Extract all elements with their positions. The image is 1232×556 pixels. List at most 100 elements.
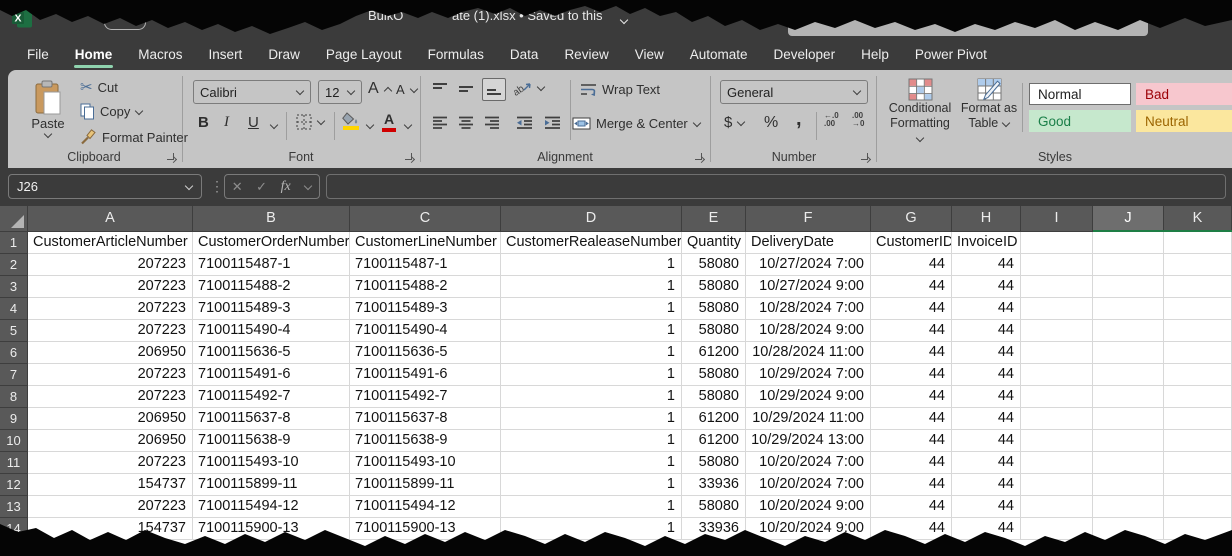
- row-header-4[interactable]: 4: [0, 298, 28, 320]
- format-as-table-button[interactable]: Format as Table: [958, 78, 1020, 131]
- cell-G6[interactable]: 44: [871, 342, 952, 364]
- currency-format-button[interactable]: $: [724, 114, 745, 131]
- cell-C12[interactable]: 7100115899-11: [350, 474, 501, 496]
- cell-H2[interactable]: 44: [952, 254, 1021, 276]
- cell-H4[interactable]: 44: [952, 298, 1021, 320]
- cell-F3[interactable]: 10/27/2024 9:00: [746, 276, 871, 298]
- col-header-F[interactable]: F: [746, 206, 871, 231]
- conditional-formatting-button[interactable]: Conditional Formatting: [886, 78, 954, 146]
- cell-K1[interactable]: [1164, 232, 1232, 254]
- merge-center-button[interactable]: Merge & Center: [572, 116, 701, 131]
- cell-A13[interactable]: 207223: [28, 496, 193, 518]
- cell-C1[interactable]: CustomerLineNumber: [350, 232, 501, 254]
- cell-B12[interactable]: 7100115899-11: [193, 474, 350, 496]
- cell-I2[interactable]: [1021, 254, 1093, 276]
- cell-I1[interactable]: [1021, 232, 1093, 254]
- row-header-9[interactable]: 9: [0, 408, 28, 430]
- title-dropdown-chevron-icon[interactable]: [620, 17, 628, 25]
- tab-automate[interactable]: Automate: [677, 41, 761, 69]
- cell-K8[interactable]: [1164, 386, 1232, 408]
- tab-page-layout[interactable]: Page Layout: [313, 41, 415, 69]
- cell-G3[interactable]: 44: [871, 276, 952, 298]
- cell-F12[interactable]: 10/20/2024 7:00: [746, 474, 871, 496]
- cell-D7[interactable]: 1: [501, 364, 682, 386]
- cell-B5[interactable]: 7100115490-4: [193, 320, 350, 342]
- cell-B3[interactable]: 7100115488-2: [193, 276, 350, 298]
- cell-B11[interactable]: 7100115493-10: [193, 452, 350, 474]
- number-dialog-launcher[interactable]: [860, 152, 871, 163]
- cell-A11[interactable]: 207223: [28, 452, 193, 474]
- cell-J12[interactable]: [1093, 474, 1164, 496]
- cell-A4[interactable]: 207223: [28, 298, 193, 320]
- cell-F5[interactable]: 10/28/2024 9:00: [746, 320, 871, 342]
- cell-E11[interactable]: 58080: [682, 452, 746, 474]
- cell-I12[interactable]: [1021, 474, 1093, 496]
- cell-H12[interactable]: 44: [952, 474, 1021, 496]
- cell-C2[interactable]: 7100115487-1: [350, 254, 501, 276]
- cell-D10[interactable]: 1: [501, 430, 682, 452]
- cell-H8[interactable]: 44: [952, 386, 1021, 408]
- col-header-H[interactable]: H: [952, 206, 1021, 231]
- cell-F1[interactable]: DeliveryDate: [746, 232, 871, 254]
- cell-J10[interactable]: [1093, 430, 1164, 452]
- cell-E9[interactable]: 61200: [682, 408, 746, 430]
- bold-button[interactable]: B: [198, 114, 218, 131]
- cell-E13[interactable]: 58080: [682, 496, 746, 518]
- row-header-6[interactable]: 6: [0, 342, 28, 364]
- cell-D1[interactable]: CustomerRealeaseNumber: [501, 232, 682, 254]
- cell-B6[interactable]: 7100115636-5: [193, 342, 350, 364]
- cell-A9[interactable]: 206950: [28, 408, 193, 430]
- cell-A5[interactable]: 207223: [28, 320, 193, 342]
- cell-K3[interactable]: [1164, 276, 1232, 298]
- enter-button[interactable]: ✓: [256, 179, 267, 195]
- cell-H9[interactable]: 44: [952, 408, 1021, 430]
- cell-J3[interactable]: [1093, 276, 1164, 298]
- col-header-G[interactable]: G: [871, 206, 952, 231]
- cell-H3[interactable]: 44: [952, 276, 1021, 298]
- cell-D11[interactable]: 1: [501, 452, 682, 474]
- cell-I5[interactable]: [1021, 320, 1093, 342]
- cell-D12[interactable]: 1: [501, 474, 682, 496]
- cell-K4[interactable]: [1164, 298, 1232, 320]
- cell-C9[interactable]: 7100115637-8: [350, 408, 501, 430]
- cell-J6[interactable]: [1093, 342, 1164, 364]
- cell-I10[interactable]: [1021, 430, 1093, 452]
- tab-formulas[interactable]: Formulas: [415, 41, 497, 69]
- cell-C11[interactable]: 7100115493-10: [350, 452, 501, 474]
- cell-H10[interactable]: 44: [952, 430, 1021, 452]
- format-painter-button[interactable]: Format Painter: [80, 129, 188, 145]
- cell-J4[interactable]: [1093, 298, 1164, 320]
- cell-F13[interactable]: 10/20/2024 9:00: [746, 496, 871, 518]
- tab-developer[interactable]: Developer: [761, 41, 849, 69]
- formula-input[interactable]: [326, 174, 1226, 199]
- cell-A8[interactable]: 207223: [28, 386, 193, 408]
- cell-A6[interactable]: 206950: [28, 342, 193, 364]
- cell-E6[interactable]: 61200: [682, 342, 746, 364]
- tab-insert[interactable]: Insert: [196, 41, 256, 69]
- cell-G12[interactable]: 44: [871, 474, 952, 496]
- cell-D14[interactable]: 1: [501, 518, 682, 540]
- align-bottom-button[interactable]: [482, 78, 506, 101]
- increase-indent-button[interactable]: [544, 116, 561, 129]
- cell-C3[interactable]: 7100115488-2: [350, 276, 501, 298]
- font-dialog-launcher[interactable]: [404, 152, 415, 163]
- cell-F10[interactable]: 10/29/2024 13:00: [746, 430, 871, 452]
- cell-J13[interactable]: [1093, 496, 1164, 518]
- row-header-7[interactable]: 7: [0, 364, 28, 386]
- cell-C6[interactable]: 7100115636-5: [350, 342, 501, 364]
- cell-F6[interactable]: 10/28/2024 11:00: [746, 342, 871, 364]
- cell-I13[interactable]: [1021, 496, 1093, 518]
- cell-D6[interactable]: 1: [501, 342, 682, 364]
- cell-G13[interactable]: 44: [871, 496, 952, 518]
- cell-I4[interactable]: [1021, 298, 1093, 320]
- cell-C7[interactable]: 7100115491-6: [350, 364, 501, 386]
- cell-A1[interactable]: CustomerArticleNumber: [28, 232, 193, 254]
- cell-A2[interactable]: 207223: [28, 254, 193, 276]
- decrease-indent-button[interactable]: [516, 116, 533, 129]
- cell-G4[interactable]: 44: [871, 298, 952, 320]
- alignment-dialog-launcher[interactable]: [694, 152, 705, 163]
- tab-macros[interactable]: Macros: [125, 41, 195, 69]
- cell-H1[interactable]: InvoiceID: [952, 232, 1021, 254]
- style-chip-neutral[interactable]: Neutral: [1136, 110, 1232, 132]
- cell-J9[interactable]: [1093, 408, 1164, 430]
